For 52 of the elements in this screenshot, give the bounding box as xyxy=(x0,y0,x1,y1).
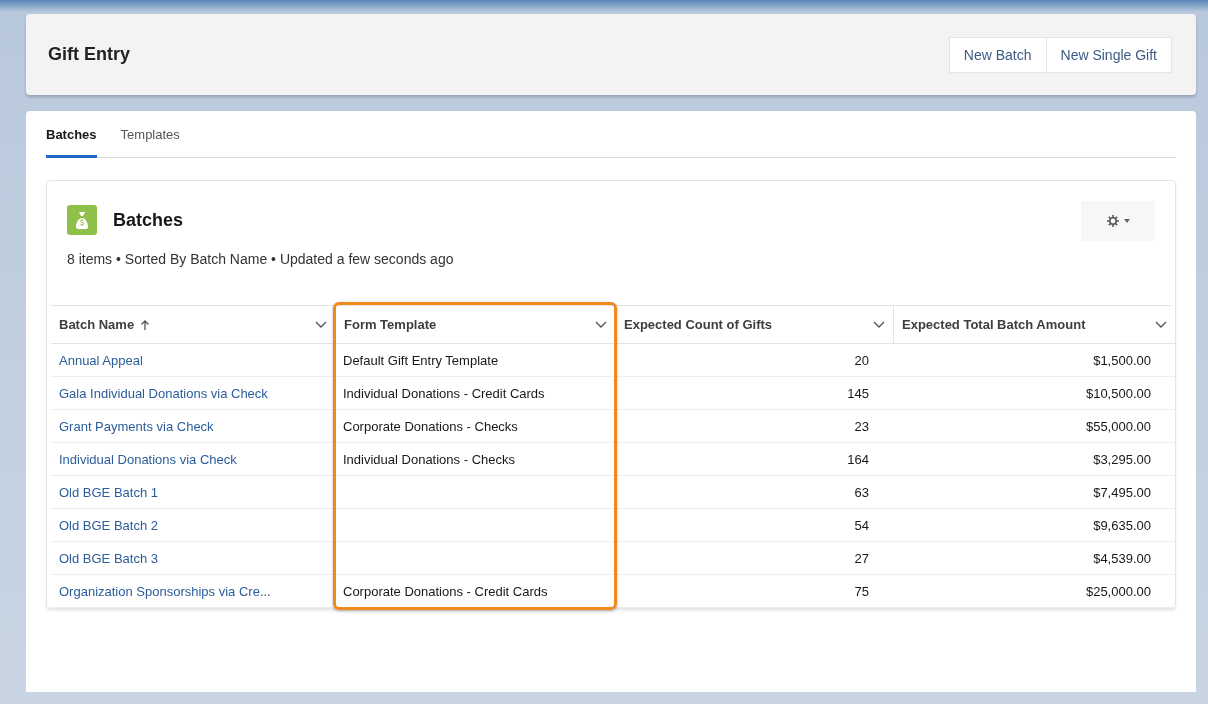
column-label: Batch Name xyxy=(59,317,135,332)
chevron-down-icon[interactable] xyxy=(595,320,607,329)
page-title: Gift Entry xyxy=(48,44,130,65)
settings-icon xyxy=(1106,214,1120,228)
money-bag-icon xyxy=(67,205,97,235)
column-header[interactable]: Form Template xyxy=(335,306,615,344)
chevron-down-icon[interactable] xyxy=(315,320,327,329)
table-cell: $1,500.00 xyxy=(1093,352,1151,368)
tab[interactable]: Batches xyxy=(46,111,97,158)
chevron-down-icon[interactable] xyxy=(873,320,885,329)
table-cell: Individual Donations - Credit Cards xyxy=(343,385,545,401)
batch-link[interactable]: Annual Appeal xyxy=(59,352,143,368)
settings-button[interactable] xyxy=(1081,201,1155,241)
batch-link[interactable]: Old BGE Batch 1 xyxy=(59,484,158,500)
column-label: Expected Total Batch Amount xyxy=(902,317,1086,332)
table-cell: $10,500.00 xyxy=(1085,385,1151,401)
list-summary: 8 items • Sorted By Batch Name • Updated a few seconds ago xyxy=(66,250,455,267)
table-cell: 164 xyxy=(847,451,869,467)
column-header[interactable]: Batch Name xyxy=(51,306,335,344)
table-cell: $3,295.00 xyxy=(1093,451,1151,467)
column-header[interactable]: Expected Count of Gifts xyxy=(615,306,893,344)
table-cell: Individual Donations - Checks xyxy=(343,451,515,467)
table-cell: Corporate Donations - Credit Cards xyxy=(343,583,548,599)
caret-icon xyxy=(1124,219,1130,223)
table-cell: $7,495.00 xyxy=(1093,484,1151,500)
table-cell: 145 xyxy=(847,385,869,401)
table-cell: 63 xyxy=(854,484,869,500)
card-title: Batches xyxy=(113,209,184,231)
batch-link[interactable]: Individual Donations via Check xyxy=(59,451,237,467)
batch-link[interactable]: Old BGE Batch 3 xyxy=(59,550,158,566)
table-cell: 20 xyxy=(854,352,869,368)
header-button[interactable]: New Batch xyxy=(948,36,1047,73)
table-cell: 54 xyxy=(854,517,869,533)
column-header[interactable]: Expected Total Batch Amount xyxy=(893,306,1175,344)
column-label: Expected Count of Gifts xyxy=(624,317,773,332)
table-cell: $55,000.00 xyxy=(1085,418,1151,434)
table-cell: Corporate Donations - Checks xyxy=(343,418,518,434)
batch-link[interactable]: Gala Individual Donations via Check xyxy=(59,385,268,401)
table-cell: Default Gift Entry Template xyxy=(343,352,499,368)
table-cell: 27 xyxy=(854,550,869,566)
table-cell: $25,000.00 xyxy=(1085,583,1151,599)
header-button[interactable]: New Single Gift xyxy=(1045,36,1172,73)
batch-link[interactable]: Organization Sponsorships via Cre... xyxy=(59,583,271,599)
table-cell: $4,539.00 xyxy=(1093,550,1151,566)
table-cell: 75 xyxy=(854,583,869,599)
table-cell: $9,635.00 xyxy=(1093,517,1151,533)
tab[interactable]: Templates xyxy=(120,111,180,158)
chevron-down-icon[interactable] xyxy=(1155,320,1167,329)
column-label: Form Template xyxy=(344,317,437,332)
batch-link[interactable]: Grant Payments via Check xyxy=(59,418,214,434)
table-cell: 23 xyxy=(854,418,869,434)
batch-link[interactable]: Old BGE Batch 2 xyxy=(59,517,158,533)
